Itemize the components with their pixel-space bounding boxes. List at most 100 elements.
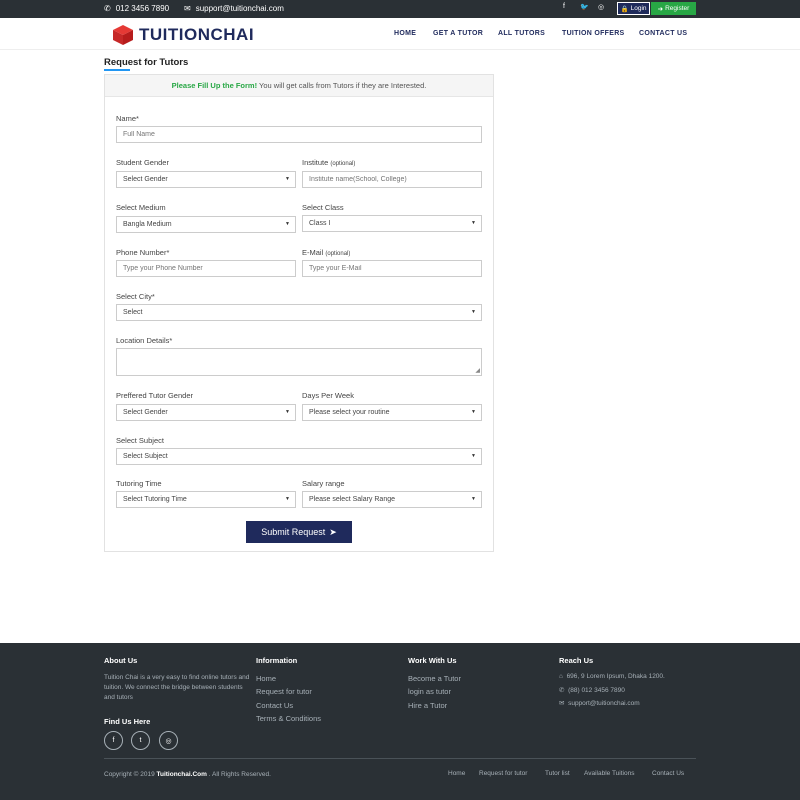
institute-label-text: Institute <box>302 158 329 167</box>
caret-down-icon: ▼ <box>471 409 476 415</box>
footer-link-contact[interactable]: Contact Us <box>256 701 293 710</box>
topbar-email: ✉ support@tuitionchai.com <box>184 4 284 13</box>
submit-label: Submit Request <box>261 527 326 537</box>
footer-email: ✉ support@tuitionchai.com <box>559 699 640 709</box>
topbar-email-text: support@tuitionchai.com <box>195 4 284 13</box>
footer-link-hire-tutor[interactable]: Hire a Tutor <box>408 701 447 710</box>
subject-label: Select Subject <box>116 436 164 445</box>
footer-link-login-tutor[interactable]: login as tutor <box>408 687 451 696</box>
phone-input[interactable] <box>116 260 296 277</box>
facebook-icon[interactable]: f <box>563 3 565 10</box>
register-label: Register <box>665 5 690 12</box>
email-optional: (optional) <box>325 251 351 257</box>
tutoring-time-select[interactable]: Select Tutoring Time ▼ <box>116 491 296 508</box>
envelope-icon: ✉ <box>559 700 565 707</box>
name-label: Name* <box>116 114 139 123</box>
location-label: Location Details* <box>116 336 173 345</box>
bottom-link-request-tutor[interactable]: Request for tutor <box>479 770 527 777</box>
tutor-gender-select[interactable]: Select Gender ▼ <box>116 404 296 421</box>
caret-down-icon: ▼ <box>471 453 476 459</box>
class-value: Class I <box>309 220 331 227</box>
footer-link-terms[interactable]: Terms & Conditions <box>256 714 321 723</box>
days-select[interactable]: Please select your routine ▼ <box>302 404 482 421</box>
salary-select[interactable]: Please select Salary Range ▼ <box>302 491 482 508</box>
login-button[interactable]: 🔒 Login <box>617 2 650 15</box>
footer-twitter-icon[interactable]: t <box>131 731 150 750</box>
caret-down-icon: ▼ <box>285 409 290 415</box>
brand-logo-text[interactable]: TUITIONCHAI <box>139 25 254 45</box>
subject-value: Select Subject <box>123 453 168 460</box>
top-bar: ✆ 012 3456 7890 ✉ support@tuitionchai.co… <box>0 0 800 18</box>
tutoring-time-value: Select Tutoring Time <box>123 496 187 503</box>
footer-facebook-icon[interactable]: f <box>104 731 123 750</box>
caret-down-icon: ▼ <box>285 221 290 227</box>
copyright-prefix: Copyright © 2019 <box>104 771 155 778</box>
location-textarea[interactable]: ◢ <box>116 348 482 376</box>
topbar-phone-text: 012 3456 7890 <box>115 4 170 13</box>
footer-divider <box>104 758 696 759</box>
institute-input[interactable] <box>302 171 482 188</box>
medium-select[interactable]: Bangla Medium ▼ <box>116 216 296 233</box>
form-notice: Please Fill Up the Form! You will get ca… <box>105 75 493 97</box>
footer-info-title: Information <box>256 656 298 665</box>
email-label-text: E-Mail <box>302 248 324 257</box>
bottom-link-tutor-list[interactable]: Tutor list <box>545 770 570 777</box>
bottom-link-available-tuitions[interactable]: Available Tuitions <box>584 770 634 777</box>
city-select[interactable]: Select ▼ <box>116 304 482 321</box>
copyright-brand[interactable]: Tuitionchai.Com <box>157 771 207 778</box>
footer-instagram-icon[interactable]: ◎ <box>159 731 178 750</box>
caret-down-icon: ▼ <box>471 496 476 502</box>
nav-all-tutors[interactable]: ALL TUTORS <box>498 30 545 37</box>
student-gender-select[interactable]: Select Gender ▼ <box>116 171 296 188</box>
footer-link-become-tutor[interactable]: Become a Tutor <box>408 674 461 683</box>
lock-icon: 🔒 <box>620 5 629 13</box>
class-select[interactable]: Class I ▼ <box>302 215 482 232</box>
nav-contact-us[interactable]: CONTACT US <box>639 30 687 37</box>
footer-find-title: Find Us Here <box>104 717 151 726</box>
bottom-link-contact[interactable]: Contact Us <box>652 770 684 777</box>
student-gender-value: Select Gender <box>123 176 168 183</box>
email-input[interactable] <box>302 260 482 277</box>
city-value: Select <box>123 309 143 316</box>
footer-reach-title: Reach Us <box>559 656 594 665</box>
caret-down-icon: ▼ <box>285 176 290 182</box>
home-icon: ⌂ <box>559 673 563 680</box>
footer-address-text: 696, 9 Lorem Ipsum, Dhaka 1200. <box>566 673 665 680</box>
main-navbar: TUITIONCHAI HOME GET A TUTOR ALL TUTORS … <box>0 18 800 50</box>
paper-plane-icon: ➤ <box>329 526 337 537</box>
caret-down-icon: ▼ <box>471 309 476 315</box>
medium-value: Bangla Medium <box>123 221 172 228</box>
medium-label: Select Medium <box>116 203 166 212</box>
notice-highlight: Please Fill Up the Form! <box>171 81 258 90</box>
days-value: Please select your routine <box>309 409 390 416</box>
footer-link-home[interactable]: Home <box>256 674 276 683</box>
tutoring-time-label: Tutoring Time <box>116 479 162 488</box>
submit-request-button[interactable]: Submit Request ➤ <box>246 521 352 543</box>
footer-about-text: Tuition Chai is a very easy to find onli… <box>104 674 250 701</box>
copyright-suffix: . All Rights Reserved. <box>208 771 271 778</box>
nav-home[interactable]: HOME <box>394 30 416 37</box>
footer-link-request-tutor[interactable]: Request for tutor <box>256 687 312 696</box>
footer-phone-text: (88) 012 3456 7890 <box>568 687 625 694</box>
instagram-icon[interactable]: ◎ <box>598 3 604 11</box>
footer-work-title: Work With Us <box>408 656 457 665</box>
footer-phone: ✆ (88) 012 3456 7890 <box>559 686 625 696</box>
nav-get-a-tutor[interactable]: GET A TUTOR <box>433 30 483 37</box>
twitter-icon[interactable]: 🐦 <box>580 3 589 11</box>
caret-down-icon: ▼ <box>471 220 476 226</box>
resize-handle-icon[interactable]: ◢ <box>475 368 480 374</box>
bottom-link-home[interactable]: Home <box>448 770 465 777</box>
name-input[interactable] <box>116 126 482 143</box>
notice-text: You will get calls from Tutors if they a… <box>257 81 427 90</box>
email-label: E-Mail (optional) <box>302 248 350 257</box>
sign-in-icon: ➜ <box>657 5 664 13</box>
nav-tuition-offers[interactable]: TUITION OFFERS <box>562 30 625 37</box>
institute-optional: (optional) <box>330 161 356 167</box>
envelope-icon: ✉ <box>184 4 191 13</box>
tutor-gender-label: Preffered Tutor Gender <box>116 391 193 400</box>
page-title: Request for Tutors <box>104 57 189 68</box>
logo-cube-icon[interactable] <box>112 24 134 46</box>
caret-down-icon: ▼ <box>285 496 290 502</box>
subject-select[interactable]: Select Subject ▼ <box>116 448 482 465</box>
register-button[interactable]: ➜ Register <box>651 2 696 15</box>
